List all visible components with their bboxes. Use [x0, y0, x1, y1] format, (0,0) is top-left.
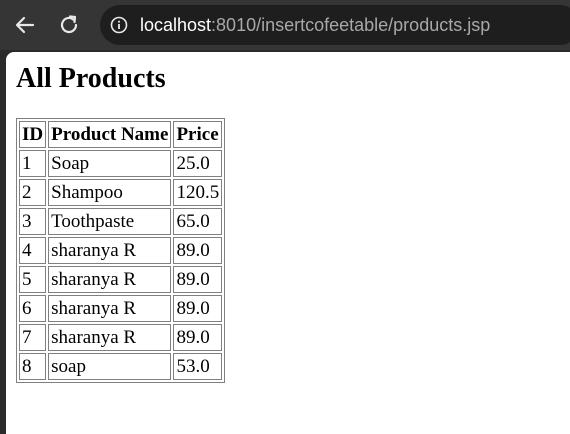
cell-product-name: sharanya R: [48, 237, 172, 264]
cell-product-name: sharanya R: [48, 295, 172, 322]
table-row: 5 sharanya R 89.0: [19, 266, 223, 293]
cell-price: 89.0: [173, 266, 223, 293]
browser-toolbar: localhost:8010/insertcofeetable/products…: [0, 0, 570, 50]
reload-button[interactable]: [52, 8, 86, 42]
table-row: 8 soap 53.0: [19, 353, 223, 380]
cell-price: 120.5: [173, 179, 223, 206]
cell-price: 53.0: [173, 353, 223, 380]
cell-id: 3: [19, 208, 47, 235]
products-table: ID Product Name Price 1 Soap 25.0 2 Sham…: [16, 118, 226, 383]
cell-price: 25.0: [173, 150, 223, 177]
info-icon: [110, 16, 128, 34]
cell-price: 65.0: [173, 208, 223, 235]
table-row: 2 Shampoo 120.5: [19, 179, 223, 206]
url-path: :8010/insertcofeetable/products.jsp: [211, 14, 491, 35]
page-viewport: All Products ID Product Name Price 1 Soa…: [6, 52, 570, 434]
cell-product-name: soap: [48, 353, 172, 380]
url-text[interactable]: localhost:8010/insertcofeetable/products…: [140, 15, 490, 36]
cell-price: 89.0: [173, 237, 223, 264]
address-bar[interactable]: localhost:8010/insertcofeetable/products…: [100, 5, 570, 45]
table-row: 6 sharanya R 89.0: [19, 295, 223, 322]
table-row: 7 sharanya R 89.0: [19, 324, 223, 351]
reload-icon: [60, 15, 78, 34]
page-title: All Products: [16, 63, 166, 94]
table-header-row: ID Product Name Price: [19, 121, 223, 148]
cell-id: 5: [19, 266, 47, 293]
table-row: 4 sharanya R 89.0: [19, 237, 223, 264]
url-host: localhost: [140, 14, 212, 35]
page-content: All Products ID Product Name Price 1 Soa…: [16, 62, 226, 383]
cell-price: 89.0: [173, 295, 223, 322]
cell-id: 4: [19, 237, 47, 264]
column-header-price: Price: [173, 121, 223, 148]
table-row: 1 Soap 25.0: [19, 150, 223, 177]
arrow-left-icon: [15, 16, 35, 34]
cell-product-name: Soap: [48, 150, 172, 177]
cell-id: 6: [19, 295, 47, 322]
cell-id: 2: [19, 179, 47, 206]
cell-id: 7: [19, 324, 47, 351]
site-info-button[interactable]: [110, 16, 128, 34]
cell-product-name: Shampoo: [48, 179, 172, 206]
cell-id: 8: [19, 353, 47, 380]
column-header-product-name: Product Name: [48, 121, 172, 148]
cell-product-name: sharanya R: [48, 324, 172, 351]
cell-price: 89.0: [173, 324, 223, 351]
cell-id: 1: [19, 150, 47, 177]
back-button[interactable]: [8, 8, 42, 42]
cell-product-name: Toothpaste: [48, 208, 172, 235]
cell-product-name: sharanya R: [48, 266, 172, 293]
column-header-id: ID: [19, 121, 47, 148]
table-row: 3 Toothpaste 65.0: [19, 208, 223, 235]
